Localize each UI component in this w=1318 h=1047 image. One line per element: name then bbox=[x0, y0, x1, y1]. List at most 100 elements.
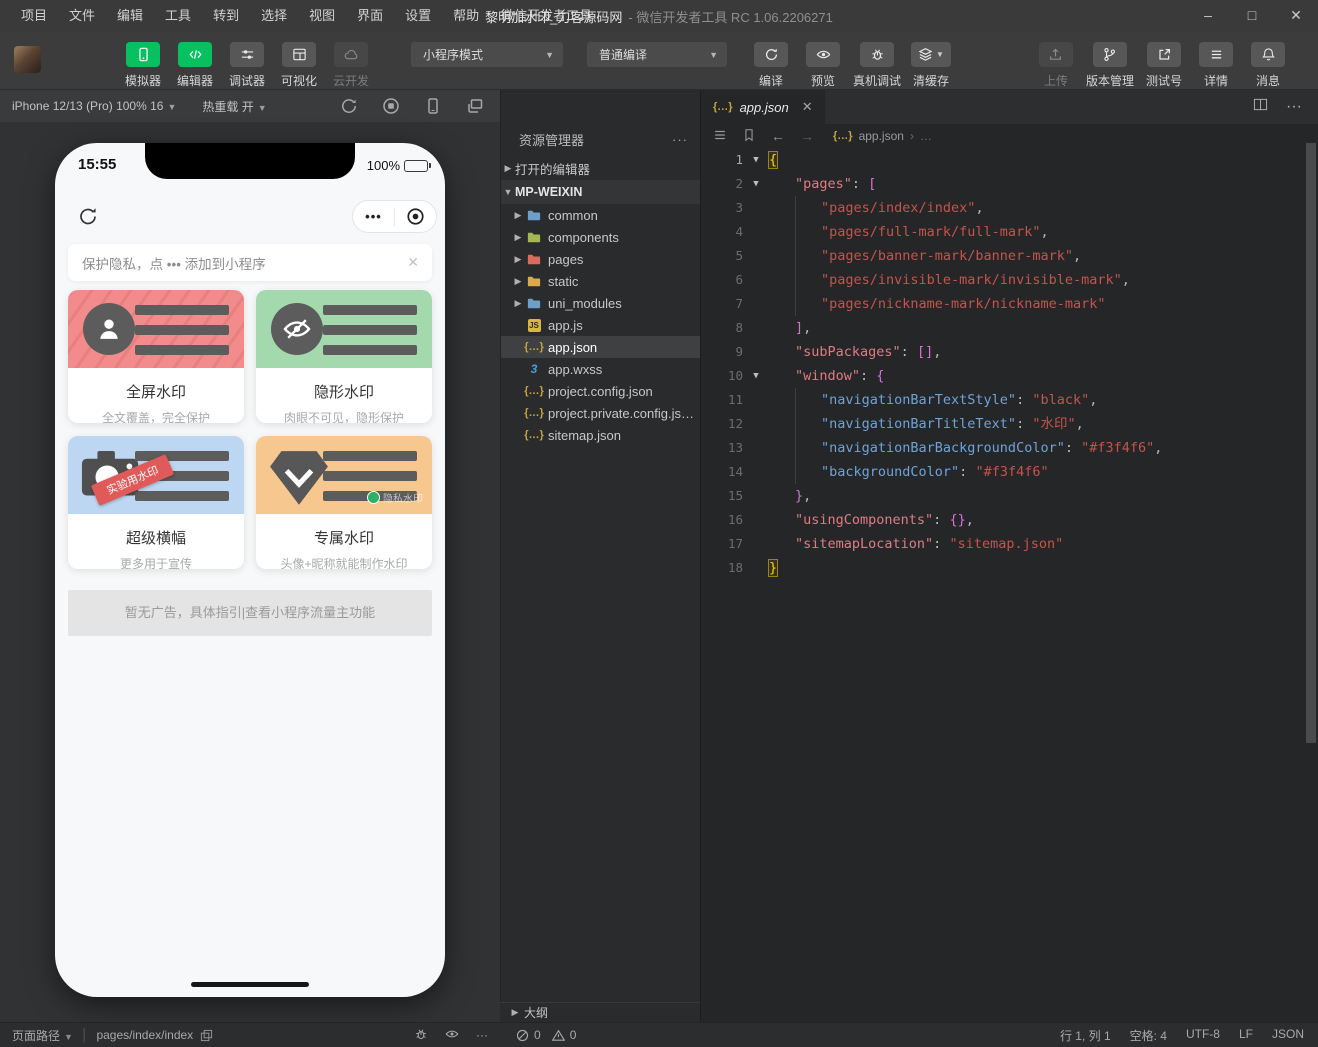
action-device-debug[interactable]: 真机调试 bbox=[853, 42, 901, 89]
forward-icon[interactable]: → bbox=[800, 128, 814, 144]
toggle-editor[interactable]: 编辑器 bbox=[173, 42, 217, 89]
fold-chevron-icon[interactable]: ▼ bbox=[743, 364, 769, 388]
breadcrumb-path[interactable]: {…} app.json › … bbox=[833, 129, 932, 143]
cloud-icon bbox=[344, 47, 359, 62]
scrollbar-thumb[interactable] bbox=[1306, 143, 1316, 743]
status-language-mode[interactable]: JSON bbox=[1272, 1027, 1304, 1044]
tree-item-app.json[interactable]: {…} app.json bbox=[501, 336, 700, 358]
card-invisible-watermark[interactable]: 隐形水印 肉眼不可见，隐形保护 bbox=[256, 290, 432, 423]
toggle-simulator[interactable]: 模拟器 bbox=[121, 42, 165, 89]
card-full-screen-watermark[interactable]: 全屏水印 全文覆盖，完全保护 bbox=[68, 290, 244, 423]
tree-item-static[interactable]: ▶ static bbox=[501, 270, 700, 292]
multi-window-icon[interactable] bbox=[466, 97, 484, 115]
tree-item-app.wxss[interactable]: 3 app.wxss bbox=[501, 358, 700, 380]
sliders-icon bbox=[230, 42, 264, 67]
bookmark-icon[interactable] bbox=[742, 128, 756, 145]
menu-view[interactable]: 视图 bbox=[298, 0, 346, 32]
card-super-banner[interactable]: 实验用水印 超级横幅 更多用于宣传 bbox=[68, 436, 244, 569]
tree-item-pages[interactable]: ▶ pages bbox=[501, 248, 700, 270]
split-editor-icon[interactable] bbox=[1253, 97, 1268, 117]
tree-item-project.private.config.js[interactable]: {…} project.private.config.js… bbox=[501, 402, 700, 424]
status-cursor-position[interactable]: 行 1, 列 1 bbox=[1060, 1027, 1111, 1044]
more-actions-icon[interactable]: ··· bbox=[476, 1028, 488, 1042]
explorer-section-open-editors[interactable]: ▶ 打开的编辑器 bbox=[501, 156, 700, 180]
action-test-account[interactable]: 测试号 bbox=[1142, 42, 1186, 89]
tab-app-json[interactable]: {…} app.json ✕ bbox=[701, 90, 825, 124]
avatar-icon bbox=[83, 303, 135, 355]
action-preview[interactable]: 预览 bbox=[801, 42, 845, 89]
menu-help[interactable]: 帮助 bbox=[442, 0, 490, 32]
indent-guide bbox=[795, 292, 796, 316]
tree-item-sitemap.json[interactable]: {…} sitemap.json bbox=[501, 424, 700, 446]
menu-goto[interactable]: 转到 bbox=[202, 0, 250, 32]
more-actions-icon[interactable]: ··· bbox=[672, 132, 688, 147]
menu-selection[interactable]: 选择 bbox=[250, 0, 298, 32]
tree-item-app.js[interactable]: JS app.js bbox=[501, 314, 700, 336]
back-icon[interactable]: ← bbox=[771, 128, 785, 144]
eye-icon bbox=[806, 42, 840, 67]
toggle-cloud-dev[interactable]: 云开发 bbox=[329, 42, 373, 89]
fold-gutter bbox=[743, 244, 769, 268]
tree-item-uni_modules[interactable]: ▶ uni_modules bbox=[501, 292, 700, 314]
outline-section[interactable]: ▶ 大纲 bbox=[500, 1002, 700, 1022]
rotate-icon[interactable] bbox=[340, 97, 358, 115]
token: "sitemap.json" bbox=[949, 536, 1064, 552]
mode-select[interactable]: 小程序模式 ▼ bbox=[411, 42, 563, 67]
toggle-debugger[interactable]: 调试器 bbox=[225, 42, 269, 89]
tree-item-project.config.json[interactable]: {…} project.config.json bbox=[501, 380, 700, 402]
menu-file[interactable]: 文件 bbox=[58, 0, 106, 32]
code-editor: {…} app.json ✕ ··· ← → {…} app.json › … … bbox=[700, 90, 1318, 1022]
preview-eye-icon[interactable] bbox=[445, 1027, 459, 1044]
file-explorer: 资源管理器 ··· ▶ 打开的编辑器 ▼ MP-WEIXIN ▶ common ▶ compo… bbox=[500, 90, 700, 1002]
status-indentation[interactable]: 空格: 4 bbox=[1130, 1027, 1167, 1044]
close-icon[interactable]: ✕ bbox=[407, 254, 419, 271]
menu-interface[interactable]: 界面 bbox=[346, 0, 394, 32]
refresh-icon[interactable] bbox=[76, 204, 100, 228]
ad-placeholder: 暂无广告，具体指引|查看小程序流量主功能 bbox=[68, 590, 432, 636]
hot-reload-toggle[interactable]: 热重载 开 ▼ bbox=[202, 98, 266, 115]
close-capsule-button[interactable] bbox=[395, 207, 436, 226]
fold-chevron-icon[interactable]: ▼ bbox=[743, 148, 769, 172]
device-selector[interactable]: iPhone 12/13 (Pro) 100% 16 ▼ bbox=[12, 99, 176, 113]
toggle-visualization[interactable]: 可视化 bbox=[277, 42, 321, 89]
action-compile[interactable]: 编译 bbox=[749, 42, 793, 89]
more-menu-button[interactable]: ••• bbox=[353, 209, 394, 224]
tree-item-components[interactable]: ▶ components bbox=[501, 226, 700, 248]
status-eol[interactable]: LF bbox=[1239, 1027, 1253, 1044]
vconsole-bug-icon[interactable] bbox=[414, 1027, 428, 1044]
action-version-control[interactable]: 版本管理 bbox=[1086, 42, 1134, 89]
menu-edit[interactable]: 编辑 bbox=[106, 0, 154, 32]
fold-gutter bbox=[743, 460, 769, 484]
card-exclusive-watermark[interactable]: 隐私水印 专属水印 头像+昵称就能制作水印 bbox=[256, 436, 432, 569]
code-area[interactable]: 1 ▼{2 ▼ "pages": [3 "pages/index/index", 4 "pa… bbox=[701, 148, 1304, 1022]
page-path-selector[interactable]: 页面路径 ▼ bbox=[12, 1027, 73, 1044]
device-frame-icon[interactable] bbox=[424, 97, 442, 115]
explorer-section-mp-weixin-root[interactable]: ▼ MP-WEIXIN bbox=[501, 180, 700, 204]
action-messages[interactable]: 消息 bbox=[1246, 42, 1290, 89]
outline-list-icon[interactable] bbox=[713, 128, 727, 145]
tree-item-common[interactable]: ▶ common bbox=[501, 204, 700, 226]
more-actions-icon[interactable]: ··· bbox=[1286, 98, 1302, 116]
problems-indicator[interactable]: 0 0 bbox=[516, 1028, 576, 1042]
menu-project[interactable]: 项目 bbox=[10, 0, 58, 32]
action-clear-cache[interactable]: ▼ 清缓存 bbox=[909, 42, 953, 89]
close-button[interactable]: ✕ bbox=[1274, 0, 1318, 32]
maximize-button[interactable]: □ bbox=[1230, 0, 1274, 32]
action-upload[interactable]: 上传 bbox=[1034, 42, 1078, 89]
menu-settings[interactable]: 设置 bbox=[394, 0, 442, 32]
card-subtitle: 肉眼不可见，隐形保护 bbox=[283, 411, 404, 423]
compile-mode-select[interactable]: 普通编译 ▼ bbox=[587, 42, 727, 67]
copy-icon[interactable] bbox=[200, 1029, 213, 1042]
explorer-header: 资源管理器 ··· bbox=[519, 130, 688, 149]
menu-tools[interactable]: 工具 bbox=[154, 0, 202, 32]
code-icon bbox=[178, 42, 212, 67]
record-icon[interactable] bbox=[382, 97, 400, 115]
action-details[interactable]: 详情 bbox=[1194, 42, 1238, 89]
fold-chevron-icon[interactable]: ▼ bbox=[743, 172, 769, 196]
page-path-value[interactable]: pages/index/index bbox=[96, 1028, 193, 1042]
status-encoding[interactable]: UTF-8 bbox=[1186, 1027, 1220, 1044]
close-tab-icon[interactable]: ✕ bbox=[802, 99, 813, 115]
user-avatar[interactable] bbox=[14, 46, 41, 73]
minimize-button[interactable]: – bbox=[1186, 0, 1230, 32]
chevron-right-icon: ▶ bbox=[511, 1007, 519, 1017]
